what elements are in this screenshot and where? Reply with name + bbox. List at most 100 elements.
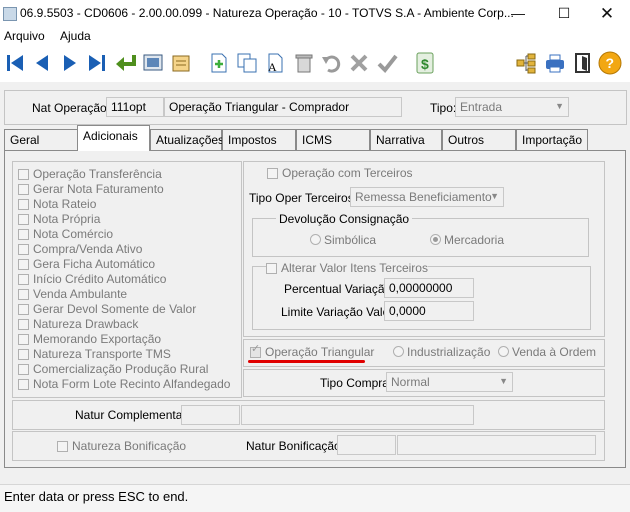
close-button[interactable]: ✕ [584,0,630,27]
triangular-underline [248,360,365,363]
delete-icon[interactable] [292,51,316,75]
svg-text:A: A [268,60,277,74]
toolbar: A $ ? [0,46,630,82]
checkbox-box [18,229,29,240]
natur-complementar-label: Natur Complementar: [75,408,190,422]
limite-variacao-label: Limite Variação Valor: [281,305,397,319]
tipo-compra-label: Tipo Compra: [320,376,393,390]
tab-adicionais[interactable]: Adicionais [77,125,150,151]
checkbox-box [18,304,29,315]
svg-text:$: $ [421,56,429,72]
checkbox-box [18,334,29,345]
tab-geral[interactable]: Geral [4,129,78,150]
alterar-valor-checkbox[interactable]: Alterar Valor Itens Terceiros [266,261,428,275]
money-icon[interactable]: $ [413,51,437,75]
tipo-oper-terceiros-value: Remessa Beneficiamento [355,190,492,204]
goto-icon[interactable] [114,51,138,75]
confirm-icon[interactable] [375,51,399,75]
flag-checkbox-label: Gerar Nota Faturamento [33,182,164,196]
percentual-variacao-field[interactable]: 0,00000000 [384,278,474,298]
radio-simbolica-label: Simbólica [324,233,377,247]
previous-icon[interactable] [30,51,54,75]
tab-narrativa[interactable]: Narrativa [370,129,442,150]
checkbox-box [57,441,68,452]
checkbox-box [266,263,277,274]
title-bar: 06.9.5503 - CD0606 - 2.00.00.099 - Natur… [0,0,630,27]
list-icon[interactable] [169,51,193,75]
print-icon[interactable] [543,51,567,75]
flag-checkbox-label: Natureza Drawback [33,317,139,331]
radio-mercadoria[interactable]: Mercadoria [430,233,510,247]
menu-arquivo[interactable]: Arquivo [4,29,45,43]
cancel-icon[interactable] [347,51,371,75]
status-bar: Enter data or press ESC to end. [0,484,630,512]
menu-ajuda[interactable]: Ajuda [60,29,91,43]
last-icon[interactable] [85,51,109,75]
tab-impostos[interactable]: Impostos [222,129,296,150]
status-text: Enter data or press ESC to end. [4,489,189,504]
app-icon [3,7,17,21]
checkbox-box [18,319,29,330]
tipo-select-value: Entrada [460,100,503,114]
radio-circle [430,234,441,245]
tab-atualizacoes[interactable]: Atualizações [150,129,224,150]
radio-circle [498,346,509,357]
tab-outros[interactable]: Outros [442,129,516,150]
checkbox-box [18,244,29,255]
copy-icon[interactable] [235,51,259,75]
flag-checkbox-label: Memorando Exportação [33,332,162,346]
search-icon[interactable] [141,51,165,75]
chevron-down-icon: ▼ [490,191,499,201]
minimize-button[interactable]: — [495,0,541,27]
menu-bar: Arquivo Ajuda [0,27,630,46]
tipo-oper-terceiros-label: Tipo Oper Terceiros: [249,191,358,205]
edit-icon[interactable]: A [263,51,287,75]
nat-operacao-label: Nat Operação: [32,101,111,115]
checkbox-box [18,364,29,375]
flag-checkbox-label: Gera Ficha Automático [33,257,156,271]
radio-venda-ordem-label: Venda à Ordem [512,345,597,359]
flag-checkbox-label: Nota Própria [33,212,101,226]
next-icon[interactable] [58,51,82,75]
natur-bonificacao-label: Natur Bonificação: [246,439,345,453]
tipo-compra-value: Normal [391,375,430,389]
natur-complementar-code-field[interactable] [181,405,240,425]
natur-complementar-desc-field[interactable] [241,405,474,425]
checkbox-box [18,259,29,270]
flag-checkbox-label: Natureza Transporte TMS [33,347,171,361]
chevron-down-icon: ▼ [499,376,508,386]
exit-icon[interactable] [571,51,595,75]
svg-text:?: ? [606,55,615,71]
radio-industrializacao[interactable]: Industrialização [393,345,493,359]
operacao-triangular-label: Operação Triangular [265,345,375,359]
first-icon[interactable] [3,51,27,75]
alterar-valor-label: Alterar Valor Itens Terceiros [281,261,428,275]
tipo-select[interactable]: Entrada ▼ [455,97,569,117]
checkbox-box [18,379,29,390]
new-icon[interactable] [207,51,231,75]
maximize-button[interactable]: ☐ [541,0,587,27]
nat-operacao-desc-field[interactable]: Operação Triangular - Comprador [164,97,402,117]
flag-checkbox-label: Compra/Venda Ativo [33,242,143,256]
check-icon: ✓ [251,343,261,355]
help-icon[interactable]: ? [598,51,622,75]
operacao-terceiros-label: Operação com Terceiros [282,166,413,180]
tipo-label: Tipo: [430,101,457,115]
hierarchy-icon[interactable] [514,51,538,75]
tab-importacao[interactable]: Importação [516,129,588,150]
radio-venda-ordem[interactable]: Venda à Ordem [498,345,598,359]
checkbox-box [267,168,278,179]
limite-variacao-field[interactable]: 0,0000 [384,301,474,321]
radio-circle [310,234,321,245]
tab-icms[interactable]: ICMS [296,129,370,150]
checkbox-box [18,199,29,210]
tipo-oper-terceiros-select[interactable]: Remessa Beneficiamento ▼ [350,187,504,207]
nat-operacao-code-field[interactable]: 111opt [106,97,164,117]
tipo-compra-select[interactable]: Normal ▼ [386,372,513,392]
natur-bonificacao-code-field[interactable] [337,435,396,455]
natur-bonificacao-desc-field[interactable] [397,435,596,455]
natureza-bonificacao-label: Natureza Bonificação [72,439,187,453]
radio-simbolica[interactable]: Simbólica [310,233,380,247]
undo-icon[interactable] [319,51,343,75]
radio-mercadoria-label: Mercadoria [444,233,505,247]
